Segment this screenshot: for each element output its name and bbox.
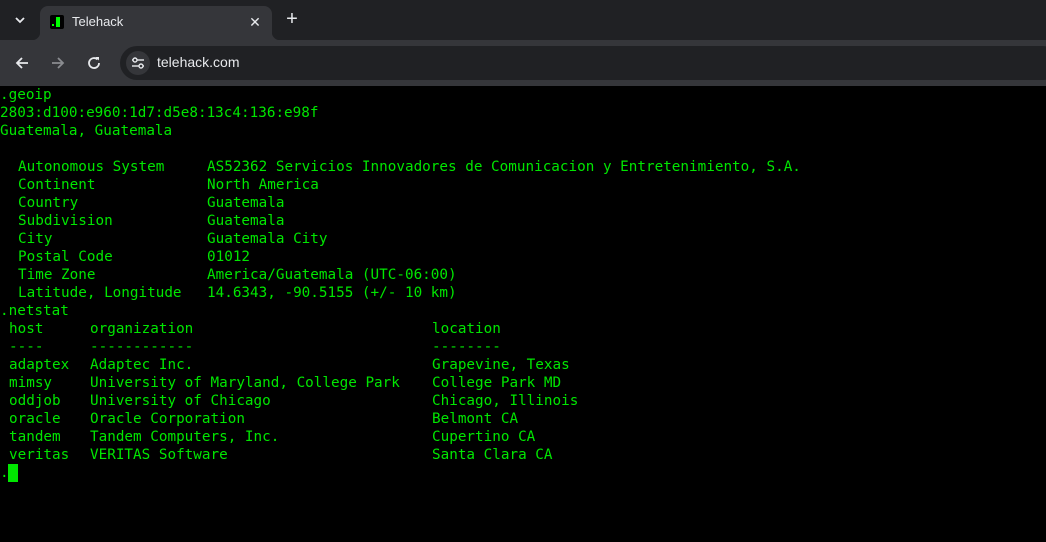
forward-button[interactable]	[44, 49, 72, 77]
geo-label-continent: Continent	[18, 177, 96, 193]
netstat-organization: Oracle Corporation	[90, 411, 245, 427]
site-info-button[interactable]	[126, 51, 150, 75]
tab-strip: Telehack ✕ +	[0, 0, 1046, 40]
geo-value-subdivision: Guatemala	[207, 213, 285, 229]
netstat-location: Belmont CA	[432, 411, 519, 427]
netstat-rule-host: ----	[9, 339, 44, 355]
geo-value-time-zone: America/Guatemala (UTC-06:00)	[207, 267, 457, 283]
netstat-host: adaptex	[9, 357, 70, 373]
netstat-header-location: location	[432, 321, 501, 337]
geo-label-autonomous-system: Autonomous System	[18, 159, 165, 175]
tab-search-button[interactable]	[6, 8, 34, 32]
netstat-header-host: host	[9, 321, 44, 337]
geo-value-autonomous-system: AS52362 Servicios Innovadores de Comunic…	[207, 159, 801, 175]
new-tab-button[interactable]: +	[281, 9, 303, 31]
ip-address: 2803:d100:e960:1d7:d5e8:13c4:136:e98f	[0, 105, 319, 121]
netstat-host: oracle	[9, 411, 61, 427]
netstat-location: Santa Clara CA	[432, 447, 553, 463]
netstat-organization: Adaptec Inc.	[90, 357, 194, 373]
netstat-host: mimsy	[9, 375, 53, 391]
geo-value-city: Guatemala City	[207, 231, 328, 247]
geo-value-postal-code: 01012	[207, 249, 251, 265]
netstat-host: oddjob	[9, 393, 61, 409]
url-text: telehack.com	[157, 54, 240, 70]
tab-telehack[interactable]: Telehack ✕	[32, 6, 280, 40]
netstat-header-organization: organization	[90, 321, 194, 337]
tune-icon	[132, 57, 144, 69]
netstat-location: Grapevine, Texas	[432, 357, 570, 373]
netstat-rule-location: --------	[432, 339, 501, 355]
netstat-location: Chicago, Illinois	[432, 393, 579, 409]
netstat-host: veritas	[9, 447, 70, 463]
geo-value-continent: North America	[207, 177, 319, 193]
netstat-location: College Park MD	[432, 375, 562, 391]
netstat-organization: University of Chicago	[90, 393, 271, 409]
geo-label-country: Country	[18, 195, 79, 211]
geo-value-lat-long: 14.6343, -90.5155 (+/- 10 km)	[207, 285, 457, 301]
tab-title: Telehack	[72, 14, 124, 29]
close-icon[interactable]: ✕	[246, 13, 264, 31]
netstat-command: .netstat	[0, 303, 69, 319]
place-line: Guatemala, Guatemala	[0, 123, 173, 139]
browser-toolbar: telehack.com	[0, 40, 1046, 86]
geo-label-postal-code: Postal Code	[18, 249, 113, 265]
reload-icon	[88, 57, 100, 69]
geo-label-subdivision: Subdivision	[18, 213, 113, 229]
netstat-rule-organization: ------------	[90, 339, 194, 355]
geo-value-country: Guatemala	[207, 195, 285, 211]
netstat-organization: VERITAS Software	[90, 447, 228, 463]
geo-label-lat-long: Latitude, Longitude	[18, 285, 182, 301]
text-cursor	[8, 464, 18, 482]
geoip-command: .geoip	[0, 87, 52, 103]
geo-label-city: City	[18, 231, 53, 247]
terminal[interactable]: .geoip 2803:d100:e960:1d7:d5e8:13c4:136:…	[0, 86, 1046, 542]
netstat-organization: University of Maryland, College Park	[90, 375, 400, 391]
telehack-favicon-icon	[50, 15, 64, 29]
arrow-left-icon	[15, 57, 28, 69]
netstat-organization: Tandem Computers, Inc.	[90, 429, 280, 445]
reload-button[interactable]	[80, 49, 108, 77]
chevron-down-icon	[15, 17, 25, 24]
netstat-location: Cupertino CA	[432, 429, 536, 445]
address-bar[interactable]: telehack.com	[120, 46, 1046, 80]
geo-label-time-zone: Time Zone	[18, 267, 96, 283]
netstat-host: tandem	[9, 429, 61, 445]
arrow-right-icon	[52, 57, 65, 69]
back-button[interactable]	[8, 49, 36, 77]
